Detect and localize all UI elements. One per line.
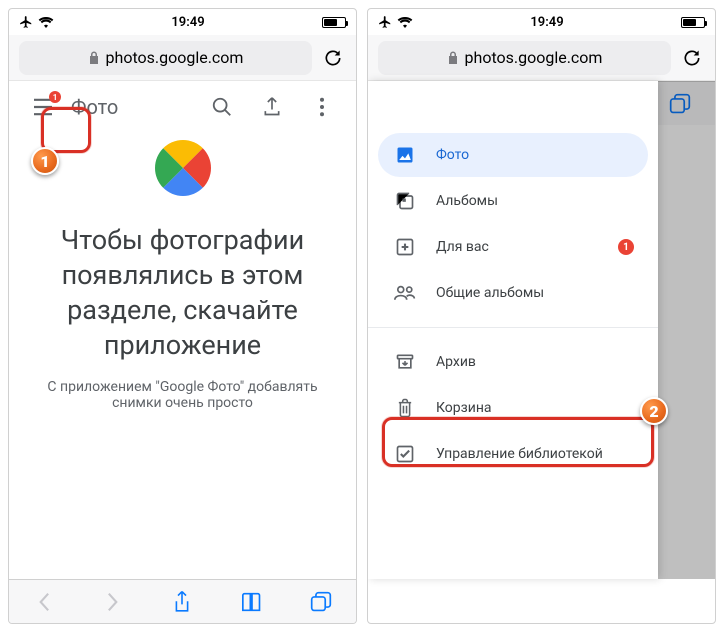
upload-button[interactable] — [250, 85, 294, 129]
google-photos-logo — [148, 133, 218, 203]
drawer-item-manage[interactable]: Управление библиотекой — [378, 432, 648, 476]
nav-drawer: Фото Альбомы Для вас 1 Общие альбомы Архив Ко… — [368, 81, 658, 579]
browser-url-bar: photos.google.com — [9, 35, 356, 81]
battery-icon — [681, 17, 705, 28]
share-button[interactable] — [162, 582, 202, 622]
manage-icon — [394, 444, 416, 464]
lock-icon — [447, 51, 459, 65]
bookmarks-button[interactable] — [232, 582, 272, 622]
drawer-item-archive[interactable]: Архив — [378, 340, 648, 384]
url-host: photos.google.com — [465, 48, 603, 67]
drawer-item-image[interactable]: Фото — [378, 133, 648, 177]
hamburger-badge: 1 — [49, 91, 61, 103]
drawer-item-label: Альбомы — [436, 193, 498, 209]
app-title: Фото — [71, 95, 118, 119]
main-content: Чтобы фотографии появлялись в этом разде… — [9, 133, 356, 579]
hamburger-button[interactable]: 1 — [21, 85, 65, 129]
drawer-item-label: Корзина — [436, 400, 492, 416]
url-field[interactable]: photos.google.com — [378, 41, 671, 75]
drawer-item-label: Управление библиотекой — [436, 446, 603, 462]
wifi-icon — [397, 16, 413, 28]
drawer-item-label: Фото — [436, 147, 469, 163]
drawer-item-albums[interactable]: Альбомы — [378, 179, 648, 223]
drawer-item-label: Архив — [436, 354, 476, 370]
shared-icon — [394, 284, 416, 302]
drawer-divider — [368, 327, 658, 328]
battery-icon — [322, 17, 346, 28]
forward-button[interactable] — [93, 582, 133, 622]
overflow-button[interactable] — [300, 85, 344, 129]
archive-icon — [394, 352, 416, 372]
refresh-button[interactable] — [679, 45, 705, 71]
back-button[interactable] — [24, 582, 64, 622]
refresh-button[interactable] — [320, 45, 346, 71]
status-bar: 19:49 — [368, 9, 715, 35]
status-time: 19:49 — [413, 15, 681, 30]
lock-icon — [88, 51, 100, 65]
airplane-icon — [378, 15, 392, 29]
status-time: 19:49 — [54, 15, 322, 30]
empty-subtext: С приложением "Google Фото" добавлять сн… — [29, 379, 336, 411]
drawer-item-foryou[interactable]: Для вас 1 — [378, 225, 648, 269]
url-host: photos.google.com — [106, 48, 244, 67]
drawer-item-label: Общие альбомы — [436, 285, 544, 301]
browser-url-bar: photos.google.com — [368, 35, 715, 81]
status-bar: 19:49 — [9, 9, 356, 35]
albums-icon — [394, 191, 416, 211]
image-icon — [394, 145, 416, 165]
safari-bottom-bar — [9, 579, 356, 623]
url-field[interactable]: photos.google.com — [19, 41, 312, 75]
foryou-icon — [394, 237, 416, 257]
drawer-item-shared[interactable]: Общие альбомы — [378, 271, 648, 315]
phone-left: 19:49 photos.google.com 1 Фото — [8, 8, 357, 624]
airplane-icon — [19, 15, 33, 29]
drawer-item-badge: 1 — [618, 239, 634, 255]
trash-icon — [394, 398, 416, 418]
drawer-item-trash[interactable]: Корзина — [378, 386, 648, 430]
search-button[interactable] — [200, 85, 244, 129]
app-toolbar: 1 Фото — [9, 81, 356, 133]
tabs-button[interactable] — [301, 582, 341, 622]
wifi-icon — [38, 16, 54, 28]
empty-heading: Чтобы фотографии появлялись в этом разде… — [29, 223, 336, 363]
drawer-item-label: Для вас — [436, 239, 489, 255]
phone-right: 19:49 photos.google.com Фото Альбомы Для в… — [367, 8, 716, 624]
